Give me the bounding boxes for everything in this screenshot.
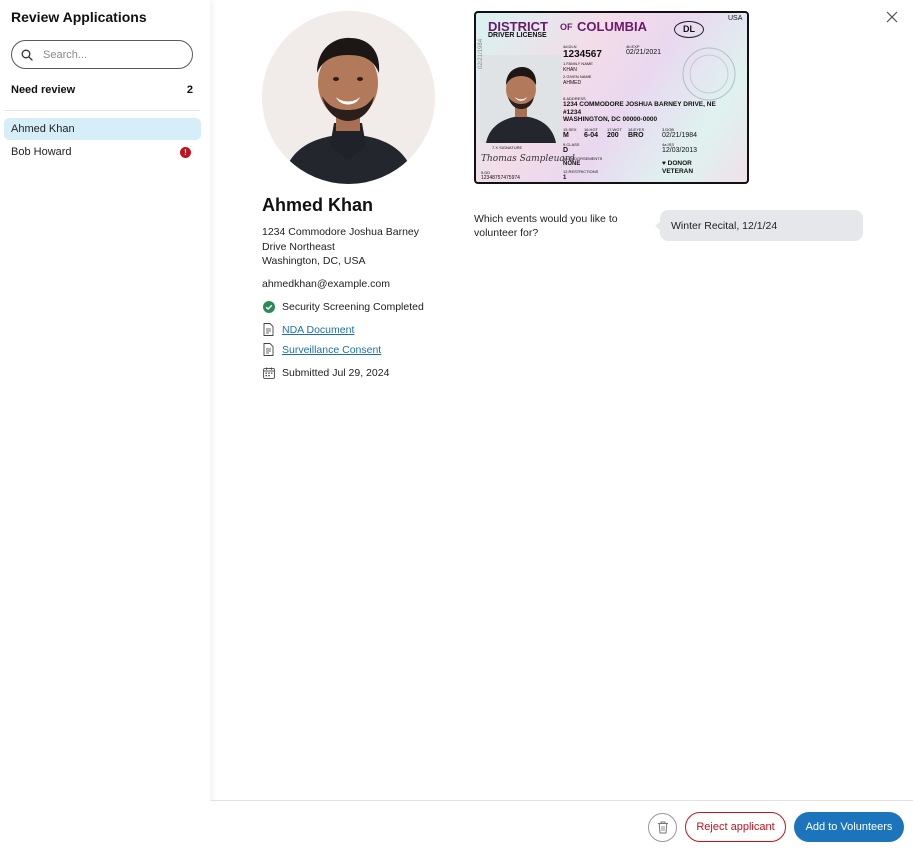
volunteer-answer-bubble: Winter Recital, 12/1/24 (655, 210, 863, 241)
add-to-volunteers-button[interactable]: Add to Volunteers (794, 812, 904, 842)
search-icon (21, 49, 33, 61)
screening-label: Security Screening Completed (282, 300, 424, 313)
card-hgt: 6-04 (584, 132, 599, 139)
close-icon[interactable] (885, 10, 899, 24)
volunteer-answer: Winter Recital, 12/1/24 (671, 219, 778, 232)
applicant-address: 1234 Commodore Joshua Barney Drive North… (262, 225, 432, 269)
list-item-bob-howard[interactable]: Bob Howard ! (4, 141, 201, 163)
sidebar-title: Review Applications (11, 9, 147, 25)
trash-icon (657, 821, 668, 834)
need-review-header: Need review 2 (11, 84, 193, 96)
surveillance-consent-link[interactable]: Surveillance Consent (282, 344, 381, 356)
search-box[interactable] (11, 40, 193, 69)
card-side-text: 02/21/1984 (478, 38, 484, 69)
applicant-name: Ahmed Khan (262, 195, 374, 215)
delete-button[interactable] (648, 813, 677, 842)
search-input[interactable] (43, 48, 173, 61)
card-sex: M (563, 132, 569, 139)
card-class: D (563, 147, 569, 154)
card-donor: ♥ DONOR (662, 160, 692, 167)
card-dob: 02/21/1984 (662, 132, 698, 139)
card-signature: Thomas Sampleuard (481, 154, 575, 164)
list-item-label: Ahmed Khan (11, 123, 75, 135)
reject-applicant-button[interactable]: Reject applicant (685, 812, 786, 842)
driver-license-image: DISTRICT OF COLUMBIA USA DL DRIVER LICEN… (474, 11, 749, 184)
card-columbia: COLUMBIA (577, 19, 648, 34)
divider (4, 110, 200, 111)
card-donor-text: DONOR (667, 160, 692, 167)
card-dd: 12348757475974 (481, 175, 520, 181)
address-line-3: Washington, DC, USA (262, 255, 366, 267)
card-address-3: WASHINGTON, DC 00000-0000 (563, 116, 658, 123)
need-review-label: Need review (11, 84, 76, 96)
card-dl-badge: DL (674, 21, 704, 38)
list-item-ahmed-khan[interactable]: Ahmed Khan (4, 118, 201, 140)
card-restrict-label: 12.RESTRICTIONS (563, 169, 599, 174)
check-circle-icon (262, 300, 275, 313)
card-veteran: VETERAN (662, 168, 694, 175)
card-family: KHAN (563, 67, 577, 73)
card-dln: 1234567 (563, 49, 602, 60)
card-signature-label: 7.X SIGNATURE (492, 145, 523, 150)
calendar-icon (262, 366, 275, 379)
card-wgt: 200 (607, 132, 619, 139)
card-given: AHMED (563, 80, 582, 86)
submitted-date: Submitted Jul 29, 2024 (282, 366, 390, 379)
list-item-label: Bob Howard (11, 146, 72, 158)
sidebar: Review Applications Need review 2 Ahmed … (0, 0, 210, 849)
nda-document-link[interactable]: NDA Document (282, 324, 354, 336)
card-license-label: DRIVER LICENSE (488, 32, 547, 39)
alert-icon: ! (180, 146, 191, 158)
card-iss: 12/03/2013 (662, 147, 698, 154)
card-seal-icon (682, 47, 736, 101)
surveillance-row: Surveillance Consent (262, 343, 381, 356)
address-line-2: Drive Northeast (262, 240, 335, 253)
card-restrict: 1 (563, 175, 567, 181)
screening-status: Security Screening Completed (262, 300, 424, 313)
submitted-row: Submitted Jul 29, 2024 (262, 366, 389, 379)
card-of: OF (560, 22, 573, 32)
document-icon (262, 343, 275, 356)
nda-row: NDA Document (262, 323, 354, 336)
card-family-label: 1.FAMILY NAME (563, 61, 593, 66)
address-line-1: 1234 Commodore Joshua Barney (262, 226, 420, 238)
card-address-2: #1234 (563, 109, 582, 116)
card-given-label: 2.GIVEN NAME (563, 74, 592, 79)
applicant-email: ahmedkhan@example.com (262, 278, 390, 290)
card-exp: 02/21/2021 (626, 49, 662, 56)
volunteer-question: Which events would you like to volunteer… (474, 213, 618, 239)
card-usa: USA (728, 15, 743, 22)
avatar (262, 11, 435, 184)
need-review-count: 2 (186, 84, 193, 96)
document-icon (262, 323, 275, 336)
card-endorse: NONE (563, 161, 581, 167)
card-photo (480, 55, 562, 143)
card-eyes: BRO (628, 132, 644, 139)
